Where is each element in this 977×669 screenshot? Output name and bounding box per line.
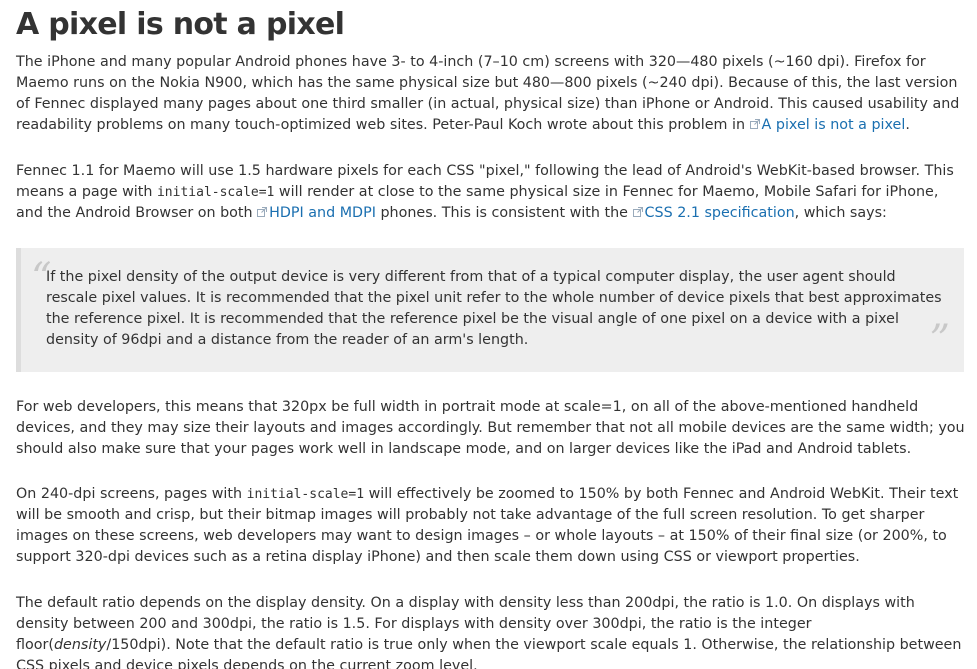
paragraph-3-text: For web developers, this means that 320p… [16, 399, 965, 457]
external-link-icon [257, 207, 268, 217]
page-title: A pixel is not a pixel [16, 7, 345, 42]
blockquote-text: If the pixel density of the output devic… [46, 269, 942, 348]
paragraph-1-end: . [905, 117, 910, 133]
article: A pixel is not a pixel The iPhone and ma… [0, 0, 977, 669]
link-label: A pixel is not a pixel [761, 117, 906, 133]
paragraph-2-text: , which says: [794, 205, 887, 221]
close-quote-mark: ” [929, 317, 950, 363]
paragraph-2-text: phones. This is consistent with the [375, 205, 633, 221]
link-pixel-is-not-a-pixel[interactable]: A pixel is not a pixel [749, 117, 906, 133]
paragraph-1: The iPhone and many popular Android phon… [16, 52, 969, 136]
inline-code: initial-scale=1 [246, 487, 365, 502]
link-label: HDPI and MDPI [269, 205, 376, 221]
paragraph-4: On 240-dpi screens, pages with initial-s… [16, 484, 969, 568]
paragraph-5-text: /150dpi). Note that the default ratio is… [16, 637, 962, 669]
emphasis: density [53, 637, 107, 653]
blockquote: “ If the pixel density of the output dev… [16, 248, 964, 372]
paragraph-5: The default ratio depends on the display… [16, 593, 969, 669]
paragraph-2: Fennec 1.1 for Maemo will use 1.5 hardwa… [16, 161, 969, 224]
link-css-spec[interactable]: CSS 2.1 specification [632, 205, 795, 221]
link-hdpi-mdpi[interactable]: HDPI and MDPI [257, 205, 376, 221]
external-link-icon [749, 119, 760, 129]
inline-code: initial-scale=1 [156, 185, 275, 200]
paragraph-4-text: On 240-dpi screens, pages with [16, 486, 247, 502]
paragraph-3: For web developers, this means that 320p… [16, 397, 969, 460]
link-label: CSS 2.1 specification [644, 205, 795, 221]
external-link-icon [632, 207, 643, 217]
